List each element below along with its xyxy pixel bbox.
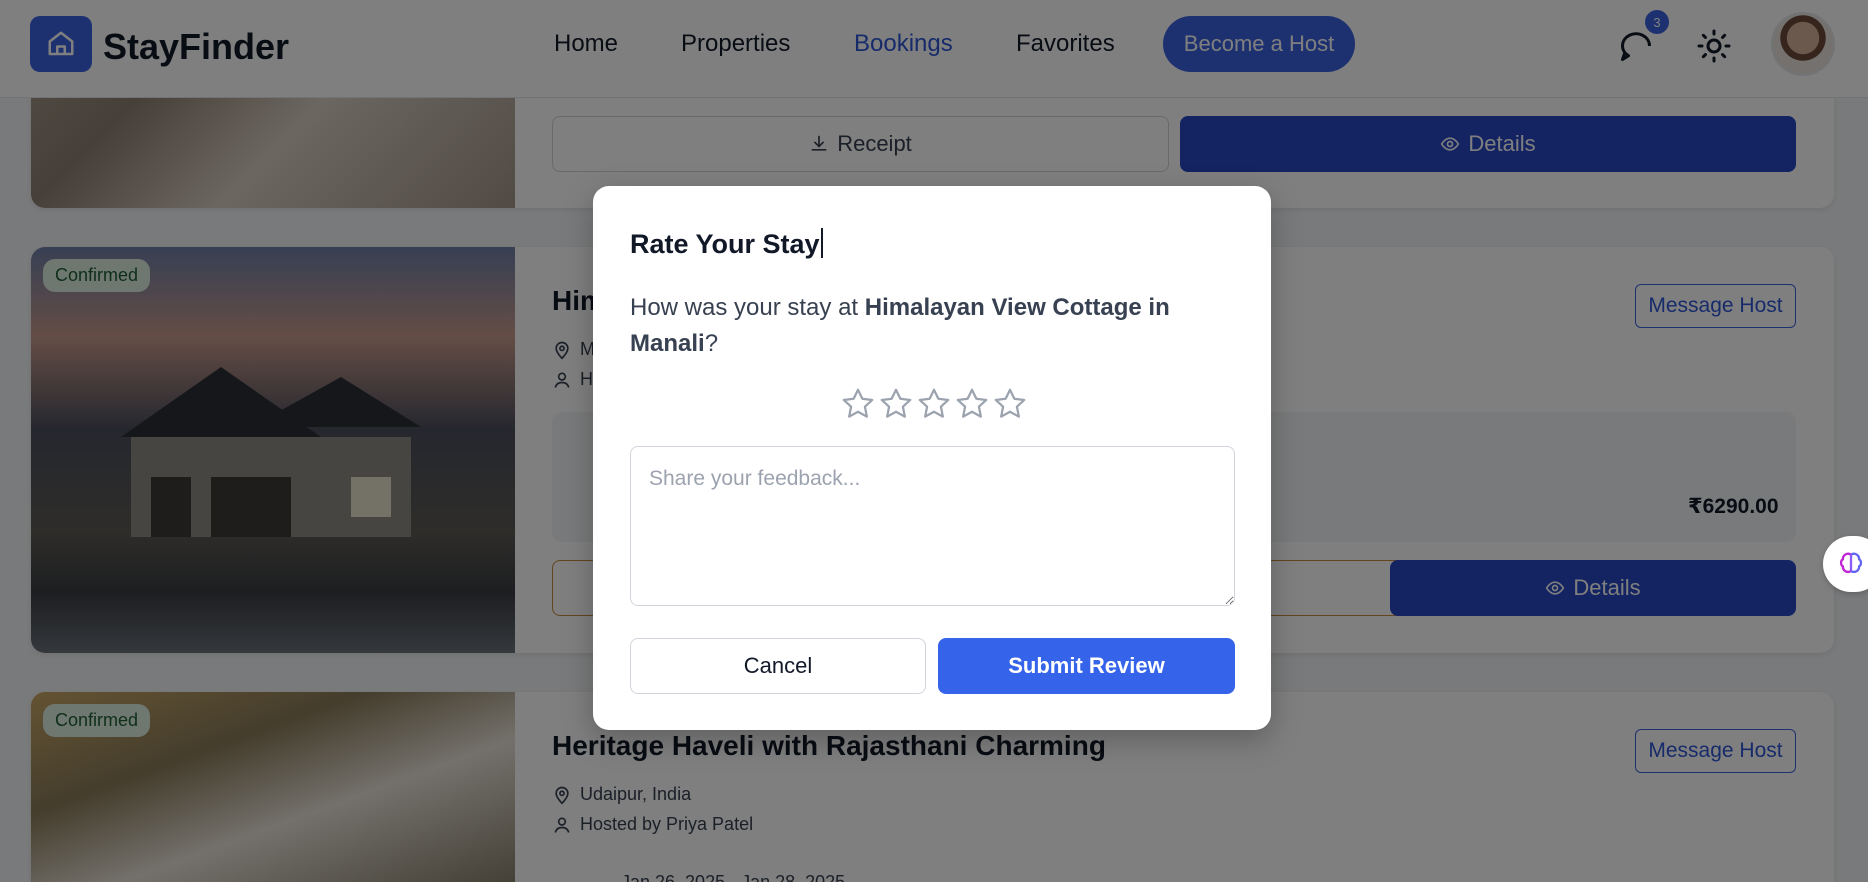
star-icon[interactable]: [878, 386, 914, 422]
submit-review-button[interactable]: Submit Review: [938, 638, 1235, 694]
star-rating[interactable]: [840, 386, 1028, 422]
modal-question: How was your stay at Himalayan View Cott…: [630, 294, 1170, 357]
star-icon[interactable]: [916, 386, 952, 422]
feedback-textarea[interactable]: [630, 446, 1235, 606]
star-icon[interactable]: [992, 386, 1028, 422]
rate-stay-modal: Rate Your Stay How was your stay at Hima…: [593, 186, 1271, 730]
star-icon[interactable]: [840, 386, 876, 422]
text-caret: [820, 228, 823, 258]
cancel-button[interactable]: Cancel: [630, 638, 926, 694]
brain-icon: [1839, 552, 1863, 574]
star-icon[interactable]: [954, 386, 990, 422]
modal-title: Rate Your Stay: [630, 228, 823, 260]
